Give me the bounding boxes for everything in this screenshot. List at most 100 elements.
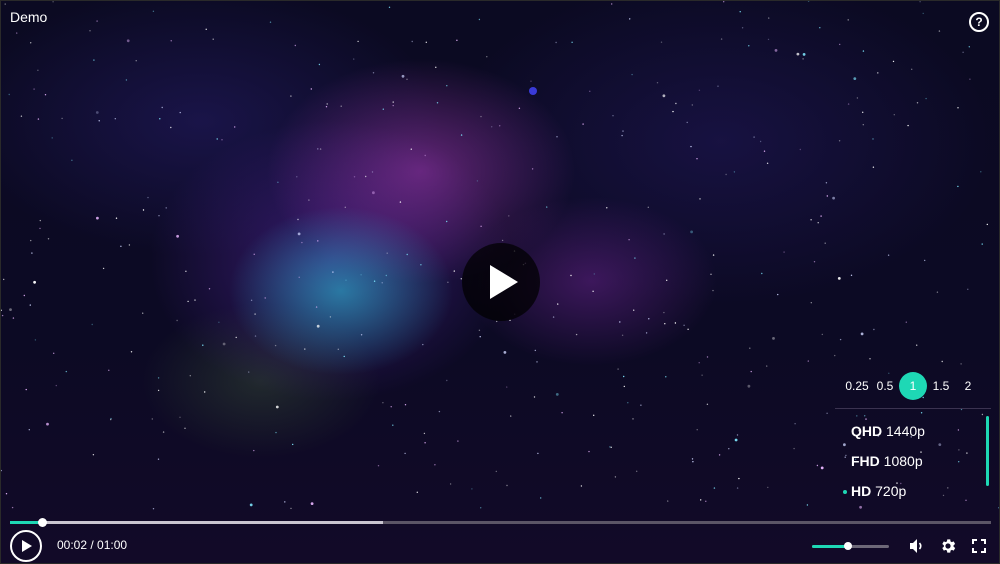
big-play-button[interactable] bbox=[462, 243, 540, 321]
star bbox=[157, 389, 160, 392]
star bbox=[845, 454, 847, 457]
star bbox=[447, 281, 449, 283]
star bbox=[301, 241, 303, 244]
time-display: 00:02 / 01:00 bbox=[57, 538, 127, 552]
star bbox=[446, 220, 448, 223]
star bbox=[208, 288, 211, 290]
star bbox=[796, 52, 800, 56]
star bbox=[766, 365, 768, 367]
star bbox=[806, 504, 809, 506]
star bbox=[317, 148, 319, 150]
star bbox=[152, 508, 155, 510]
star bbox=[741, 27, 744, 29]
star bbox=[480, 225, 482, 227]
star bbox=[820, 466, 824, 470]
play-icon bbox=[490, 265, 518, 299]
speed-option-0.25[interactable]: 0.25 bbox=[843, 372, 871, 400]
star bbox=[151, 418, 153, 420]
star bbox=[189, 375, 191, 377]
progress-bar[interactable] bbox=[10, 521, 991, 524]
star bbox=[738, 477, 740, 480]
star bbox=[31, 252, 33, 254]
star bbox=[816, 464, 819, 467]
star bbox=[947, 487, 949, 489]
video-player[interactable]: Demo ? 0.25 0.5 1 1.5 2 QHD 1440p FHD 10… bbox=[0, 0, 1000, 564]
star bbox=[824, 242, 826, 244]
star bbox=[158, 215, 160, 217]
star bbox=[449, 483, 452, 485]
star bbox=[916, 344, 918, 346]
fullscreen-icon[interactable] bbox=[972, 539, 986, 553]
quality-option-qhd[interactable]: QHD 1440p bbox=[851, 423, 925, 439]
star bbox=[25, 388, 27, 391]
star bbox=[699, 198, 701, 200]
star bbox=[911, 68, 913, 71]
star bbox=[533, 396, 536, 398]
star bbox=[665, 376, 667, 378]
volume-icon[interactable] bbox=[909, 538, 925, 554]
star bbox=[508, 215, 510, 217]
star bbox=[962, 51, 964, 53]
star bbox=[157, 458, 160, 460]
star bbox=[748, 45, 750, 47]
star bbox=[8, 93, 10, 96]
star bbox=[826, 195, 828, 197]
star bbox=[606, 207, 608, 209]
play-button[interactable] bbox=[10, 530, 42, 562]
star bbox=[416, 491, 418, 493]
star bbox=[793, 447, 795, 450]
star bbox=[93, 59, 95, 61]
star bbox=[706, 403, 709, 405]
star bbox=[922, 12, 924, 15]
speed-option-0.5[interactable]: 0.5 bbox=[873, 372, 897, 400]
menu-scrollbar[interactable] bbox=[986, 416, 989, 486]
star bbox=[645, 332, 648, 334]
star bbox=[187, 300, 189, 303]
star bbox=[518, 107, 521, 110]
star bbox=[611, 3, 613, 5]
star bbox=[839, 338, 842, 341]
star bbox=[96, 20, 98, 22]
star bbox=[844, 456, 846, 458]
speed-option-1.5[interactable]: 1.5 bbox=[931, 372, 951, 400]
speed-option-2[interactable]: 2 bbox=[961, 372, 975, 400]
star bbox=[660, 41, 663, 43]
star bbox=[176, 319, 178, 322]
star bbox=[839, 43, 841, 46]
quality-resolution: 1440p bbox=[886, 423, 925, 439]
star bbox=[222, 342, 226, 346]
star bbox=[353, 176, 356, 178]
star bbox=[619, 321, 621, 323]
star bbox=[700, 499, 702, 501]
star bbox=[503, 351, 507, 354]
star bbox=[675, 102, 677, 105]
star bbox=[365, 175, 367, 178]
star bbox=[864, 415, 866, 417]
star bbox=[761, 272, 763, 275]
quality-resolution: 720p bbox=[875, 483, 907, 499]
star bbox=[360, 334, 363, 336]
star bbox=[981, 413, 984, 416]
star bbox=[269, 21, 272, 23]
star bbox=[712, 289, 714, 292]
star bbox=[847, 19, 849, 21]
star bbox=[386, 252, 388, 254]
star bbox=[531, 168, 534, 170]
star bbox=[135, 60, 137, 62]
star bbox=[340, 105, 342, 107]
speed-option-1[interactable]: 1 bbox=[899, 372, 927, 400]
star bbox=[476, 180, 479, 182]
star bbox=[621, 134, 623, 137]
star bbox=[957, 185, 959, 188]
star bbox=[847, 103, 850, 105]
help-icon[interactable]: ? bbox=[969, 12, 989, 32]
star bbox=[739, 11, 741, 13]
quality-option-hd[interactable]: HD 720p bbox=[851, 483, 906, 499]
star bbox=[799, 148, 801, 151]
star bbox=[114, 118, 117, 120]
gear-icon[interactable] bbox=[939, 537, 957, 555]
quality-option-fhd[interactable]: FHD 1080p bbox=[851, 453, 923, 469]
star bbox=[47, 238, 50, 240]
star bbox=[706, 356, 709, 358]
play-icon bbox=[22, 540, 32, 552]
